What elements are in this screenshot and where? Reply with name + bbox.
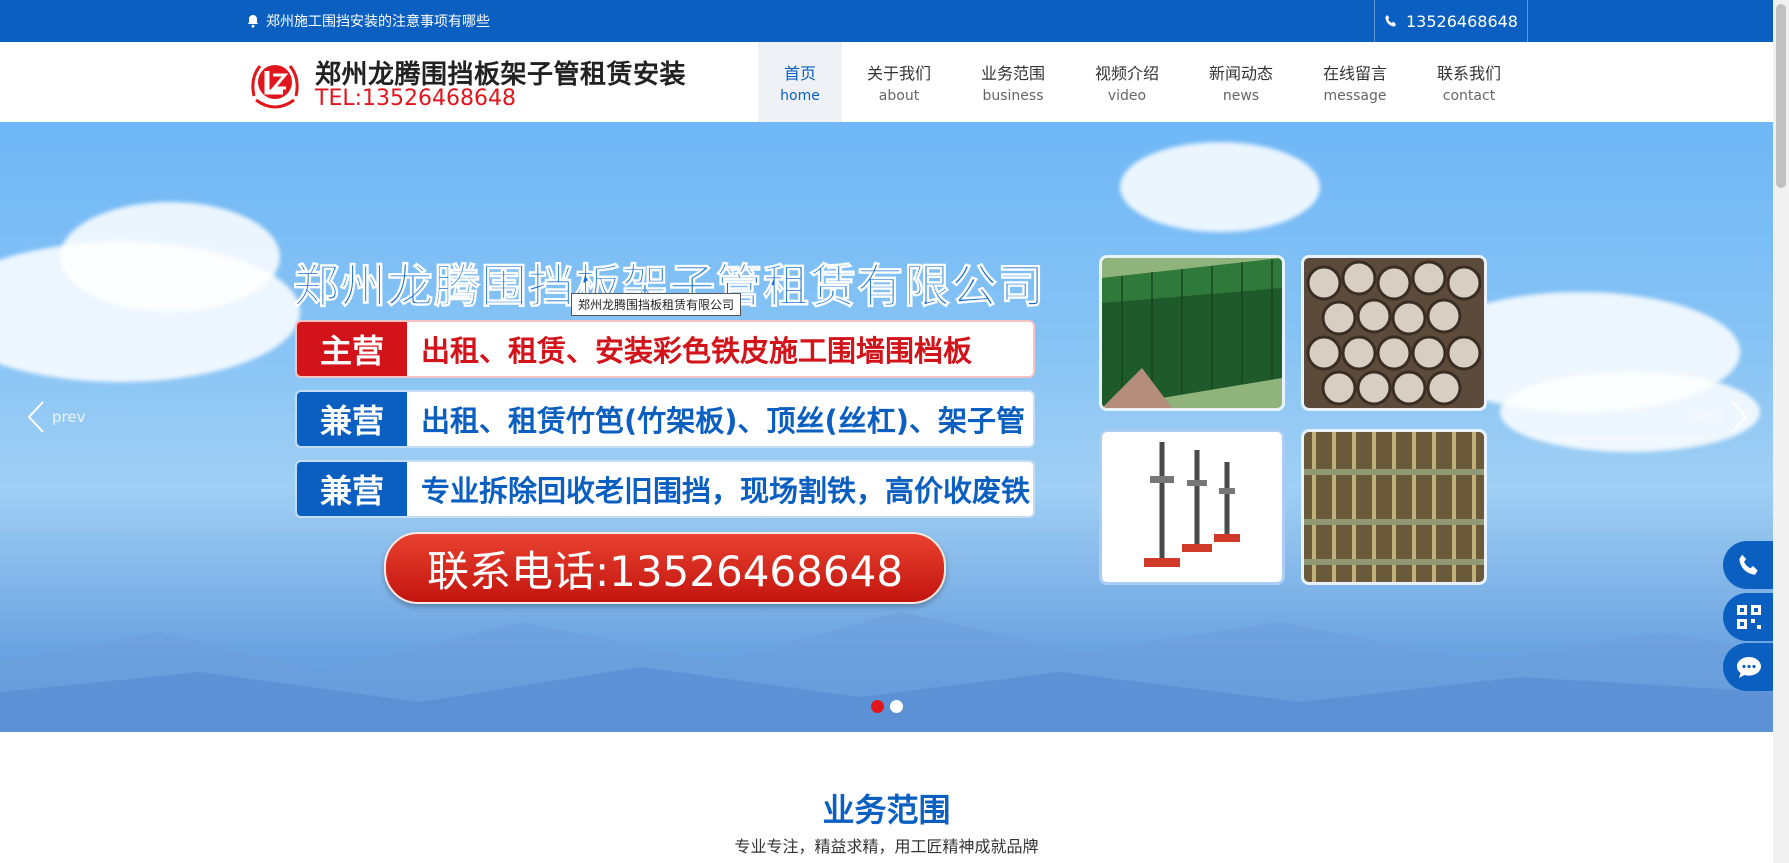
notice-link[interactable]: 郑州施工围挡安装的注意事项有哪些 <box>246 0 490 42</box>
nav-item-video[interactable]: 视频介绍 video <box>1070 42 1184 122</box>
nav-label-zh: 新闻动态 <box>1208 64 1273 83</box>
nav-label-en: business <box>982 88 1044 104</box>
contact-phone-button[interactable]: 联系电话:13526468648 <box>384 532 946 604</box>
hero-banner[interactable]: prev next 郑州龙腾围挡板架子管租赁有限公司 郑州龙腾围挡板租赁有限公司… <box>0 122 1773 732</box>
nav-item-message[interactable]: 在线留言 message <box>1298 42 1412 122</box>
float-qrcode-button[interactable] <box>1723 593 1775 641</box>
row-tag: 兼营 <box>297 462 407 516</box>
top-phone-number: 13526468648 <box>1406 11 1518 31</box>
brand-tel: TEL:13526468648 <box>315 86 516 111</box>
row-text: 出租、租赁、安装彩色铁皮施工围墙围档板 <box>421 334 973 368</box>
main-nav: 首页 home 关于我们 about 业务范围 business 视频介绍 vi… <box>758 42 1526 122</box>
nav-label-en: about <box>878 88 920 104</box>
section-title: 业务范围 <box>822 791 951 829</box>
next-arrow[interactable]: next <box>1690 400 1749 434</box>
slider-pagination <box>871 700 909 713</box>
phone-icon <box>1385 15 1396 27</box>
bamboo-board-photo <box>1301 429 1487 585</box>
cloud-decoration <box>1120 142 1320 232</box>
chevron-right-icon <box>1731 401 1748 433</box>
nav-item-business[interactable]: 业务范围 business <box>956 42 1070 122</box>
scrollbar-thumb[interactable] <box>1776 4 1786 188</box>
nav-label-zh: 联系我们 <box>1436 64 1501 83</box>
top-phone[interactable]: 13526468648 <box>1374 0 1528 42</box>
nav-item-news[interactable]: 新闻动态 news <box>1184 42 1298 122</box>
site-header: 郑州龙腾围挡板架子管租赁安装 TEL:13526468648 首页 home 关… <box>0 42 1773 122</box>
slider-dot[interactable] <box>890 700 903 713</box>
image-tooltip: 郑州龙腾围挡板租赁有限公司 <box>571 293 742 316</box>
bell-icon <box>247 15 259 28</box>
cloud-decoration <box>60 202 280 312</box>
next-label: next <box>1690 408 1724 426</box>
phone-icon <box>1739 554 1758 575</box>
nav-label-zh: 业务范围 <box>980 64 1045 83</box>
notice-text: 郑州施工围挡安装的注意事项有哪些 <box>266 14 490 30</box>
nav-item-home[interactable]: 首页 home <box>758 42 842 122</box>
nav-label-zh: 视频介绍 <box>1094 64 1159 83</box>
float-phone-button[interactable] <box>1723 541 1775 589</box>
nav-label-zh: 首页 <box>783 64 816 83</box>
row-tag: 主营 <box>297 322 407 376</box>
prev-label: prev <box>52 408 86 426</box>
nav-label-zh: 关于我们 <box>866 64 931 83</box>
business-row-main: 主营 出租、租赁、安装彩色铁皮施工围墙围档板 <box>295 320 1035 378</box>
qrcode-icon <box>1737 605 1761 629</box>
nav-label-zh: 在线留言 <box>1322 64 1387 83</box>
top-bar: 郑州施工围挡安装的注意事项有哪些 13526468648 <box>0 0 1773 42</box>
nav-label-en: news <box>1222 88 1260 104</box>
slider-dot-active[interactable] <box>871 700 884 713</box>
nav-label-en: contact <box>1442 88 1496 104</box>
nav-item-about[interactable]: 关于我们 about <box>842 42 956 122</box>
nav-label-en: message <box>1323 88 1387 104</box>
float-chat-button[interactable] <box>1723 643 1775 691</box>
chevron-left-icon <box>27 401 44 433</box>
row-tag: 兼营 <box>297 392 407 446</box>
nav-label-en: home <box>780 88 820 104</box>
business-row-side: 兼营 专业拆除回收老旧围挡，现场割铁，高价收废铁 <box>295 460 1035 518</box>
fence-photo <box>1099 255 1285 411</box>
prev-arrow[interactable]: prev <box>26 400 85 434</box>
jack-screw-photo <box>1099 429 1285 585</box>
business-row-side: 兼营 出租、租赁竹笆(竹架板)、顶丝(丝杠)、架子管 <box>295 390 1035 448</box>
chat-icon <box>1737 657 1761 678</box>
row-text: 专业拆除回收老旧围挡，现场割铁，高价收废铁 <box>421 474 1031 508</box>
section-subtitle: 专业专注，精益求精，用工匠精神成就品牌 <box>734 837 1039 856</box>
nav-label-en: video <box>1107 88 1147 104</box>
nav-item-contact[interactable]: 联系我们 contact <box>1412 42 1526 122</box>
steel-pipe-photo <box>1301 255 1487 411</box>
logo-icon[interactable] <box>246 56 304 112</box>
scrollbar[interactable] <box>1773 0 1789 863</box>
row-text: 出租、租赁竹笆(竹架板)、顶丝(丝杠)、架子管 <box>421 404 1026 438</box>
